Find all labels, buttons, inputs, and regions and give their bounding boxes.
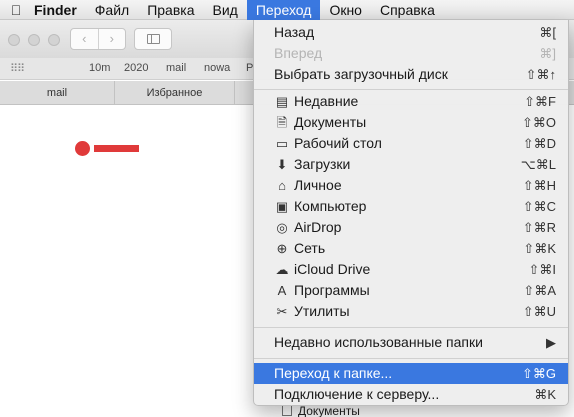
menu-item-back[interactable]: Назад ⌘[ — [254, 22, 568, 43]
close-window-button[interactable] — [8, 34, 20, 46]
menu-item-computer[interactable]: ▣ Компьютер ⇧⌘C — [254, 196, 568, 217]
menu-item-forward: Вперед ⌘] — [274, 45, 556, 61]
menu-item-recent-folders[interactable]: Недавно использованные папки ▶ — [254, 332, 568, 353]
home-icon: ⌂ — [278, 178, 286, 193]
favorite-item[interactable]: 2020 — [124, 62, 148, 74]
utilities-icon: ✂ — [276, 304, 288, 319]
zoom-window-button[interactable] — [48, 34, 60, 46]
menu-item-network[interactable]: ⊕ Сеть ⇧⌘K — [254, 238, 568, 259]
menu-item-startup-disk[interactable]: Выбрать загрузочный диск ⇧⌘↑ — [254, 64, 568, 85]
menu-item-documents[interactable]: 🗎 Документы ⇧⌘O — [254, 112, 568, 133]
menu-item-connect-to-server[interactable]: Подключение к серверу... ⌘K — [254, 384, 568, 405]
submenu-arrow-icon: ▶ — [546, 335, 556, 350]
menu-bar:  Finder Файл Правка Вид Переход Окно Сп… — [0, 0, 574, 20]
icloud-icon: ☁ — [275, 262, 289, 277]
recents-icon: ▤ — [275, 94, 289, 109]
menu-item-desktop[interactable]: ▭ Рабочий стол ⇧⌘D — [254, 133, 568, 154]
minimize-window-button[interactable] — [28, 34, 40, 46]
red-marker-dot — [75, 141, 90, 156]
forward-button[interactable]: › — [97, 29, 126, 49]
menu-item-go-to-folder[interactable]: Переход к папке... ⇧⌘G — [254, 363, 568, 384]
downloads-icon: ⬇ — [276, 157, 288, 172]
airdrop-icon: ◎ — [276, 220, 288, 235]
menu-view[interactable]: Вид — [204, 0, 247, 20]
menu-separator — [254, 358, 568, 359]
applications-icon: A — [277, 283, 287, 298]
favorite-item[interactable]: 10m — [89, 62, 110, 74]
document-icon — [282, 405, 292, 416]
menu-separator — [254, 327, 568, 328]
menu-item-downloads[interactable]: ⬇ Загрузки ⌥⌘L — [254, 154, 568, 175]
sidebar-icon — [147, 34, 160, 44]
red-marker-bar — [94, 145, 139, 152]
tab-favorites[interactable]: Избранное — [115, 81, 235, 105]
network-icon: ⊕ — [276, 241, 288, 256]
favorite-item[interactable]: nowa — [204, 62, 230, 74]
menu-item-icloud-drive[interactable]: ☁ iCloud Drive ⇧⌘I — [254, 259, 568, 280]
menu-item-home[interactable]: ⌂ Личное ⇧⌘H — [254, 175, 568, 196]
desktop-icon: ▭ — [275, 136, 289, 151]
menu-item-airdrop[interactable]: ◎ AirDrop ⇧⌘R — [254, 217, 568, 238]
menu-go[interactable]: Переход — [246, 0, 321, 20]
menu-file[interactable]: Файл — [86, 0, 138, 20]
menu-item-applications[interactable]: A Программы ⇧⌘A — [254, 280, 568, 301]
go-menu-dropdown: Назад ⌘[ Вперед ⌘] Выбрать загрузочный дис… — [253, 20, 569, 406]
back-button[interactable]: ‹ — [71, 29, 98, 49]
menu-help[interactable]: Справка — [371, 0, 444, 20]
menu-separator — [254, 89, 568, 90]
tab-mail[interactable]: mail — [0, 81, 115, 105]
grid-handle-icon: ⠿⠿ — [10, 63, 25, 75]
menu-window[interactable]: Окно — [320, 0, 371, 20]
menu-item-recents[interactable]: ▤ Недавние ⇧⌘F — [254, 91, 568, 112]
apple-logo-icon[interactable]:  — [0, 2, 32, 18]
menu-finder[interactable]: Finder — [32, 0, 86, 20]
menu-item-utilities[interactable]: ✂ Утилиты ⇧⌘U — [254, 301, 568, 322]
favorite-item[interactable]: mail — [166, 62, 186, 74]
menu-edit[interactable]: Правка — [138, 0, 203, 20]
documents-icon: 🗎 — [276, 115, 288, 130]
computer-icon: ▣ — [275, 199, 289, 214]
back-forward-control: ‹ › — [70, 28, 126, 50]
sidebar-toggle-button[interactable] — [134, 28, 172, 50]
